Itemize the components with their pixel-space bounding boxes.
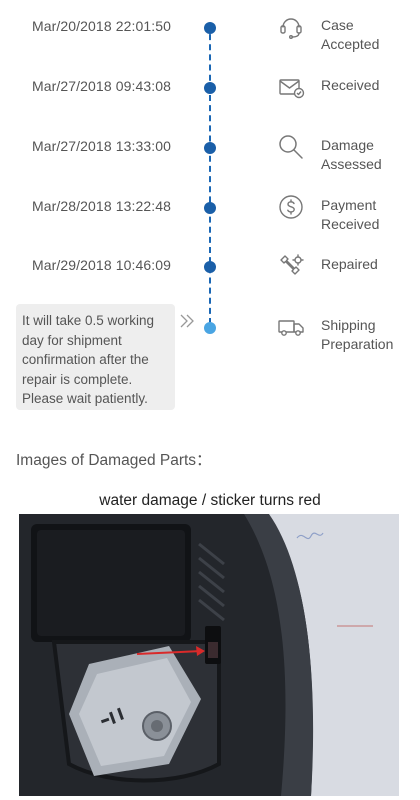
step-status-label: Repaired (321, 256, 378, 272)
step-timestamp: Mar/27/2018 09:43:08 (32, 78, 171, 94)
step-status-label: Payment Received (321, 197, 380, 232)
step-done-dot (204, 82, 216, 94)
current-step-note: It will take 0.5 working day for shipmen… (16, 304, 175, 410)
timeline-step-damage-assessed: Mar/27/2018 13:33:00 Damage Assessed (0, 135, 420, 178)
truck-icon (276, 312, 306, 342)
timeline-step-repaired: Mar/29/2018 10:46:09 Repaired (0, 254, 420, 297)
timeline-step-payment-received: Mar/28/2018 13:22:48 Payment Received (0, 195, 420, 238)
timeline-step-received: Mar/27/2018 09:43:08 Received (0, 77, 420, 118)
damaged-parts-title: Images of Damaged Parts： (16, 452, 212, 469)
step-status-label: Damage Assessed (321, 137, 382, 172)
damaged-part-caption: water damage / sticker turns red (99, 492, 321, 509)
repair-progress-timeline: Mar/20/2018 22:01:50 Case Accepted Mar/2… (0, 0, 420, 420)
wrench-gear-icon (276, 251, 306, 281)
step-timestamp: Mar/20/2018 22:01:50 (32, 18, 171, 34)
damaged-part-photo[interactable] (19, 514, 399, 796)
step-done-dot (204, 22, 216, 34)
step-done-dot (204, 261, 216, 273)
step-timestamp: Mar/29/2018 10:46:09 (32, 257, 171, 273)
step-done-dot (204, 202, 216, 214)
step-done-dot (204, 142, 216, 154)
dollar-coin-icon (276, 192, 306, 222)
timeline-step-case-accepted: Mar/20/2018 22:01:50 Case Accepted (0, 17, 420, 58)
step-status-label: Case Accepted (321, 17, 380, 52)
headset-icon (276, 12, 306, 42)
step-timestamp: Mar/27/2018 13:33:00 (32, 138, 171, 154)
step-timestamp: Mar/28/2018 13:22:48 (32, 198, 171, 214)
step-status-label: Received (321, 77, 380, 93)
step-status-label: Shipping Preparation (321, 317, 394, 352)
double-chevron-right-icon (178, 312, 196, 330)
envelope-check-icon (276, 72, 306, 102)
step-current-dot (204, 322, 216, 334)
magnifier-icon (276, 132, 306, 162)
